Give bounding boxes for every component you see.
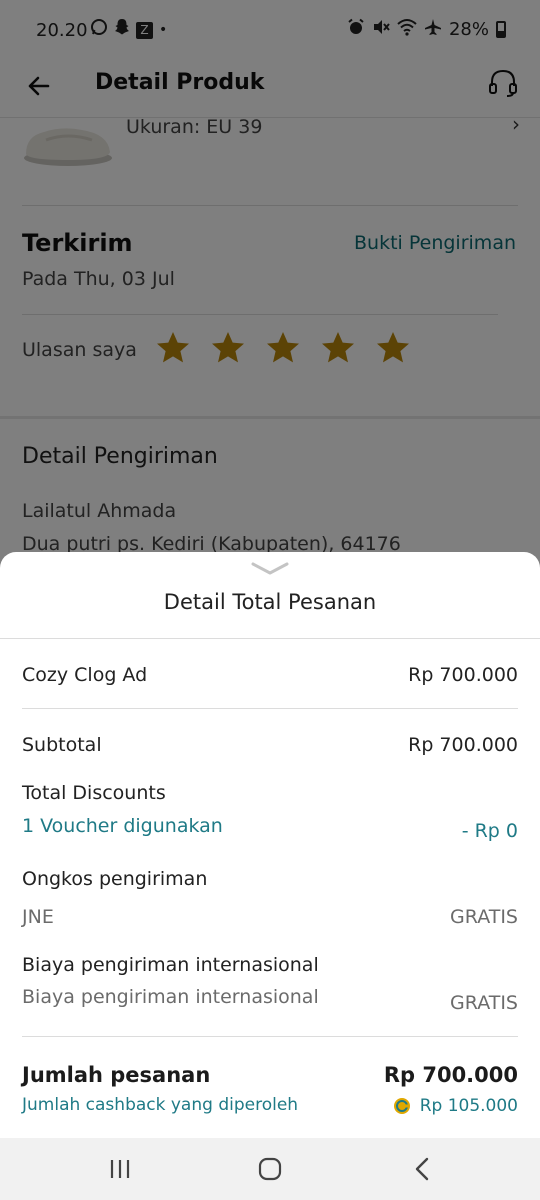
cashback-value: Rp 105.000 xyxy=(419,1096,518,1116)
courier-name: JNE xyxy=(22,906,54,928)
divider xyxy=(22,1036,518,1037)
home-icon[interactable] xyxy=(258,1157,282,1181)
sheet-title: Detail Total Pesanan xyxy=(163,590,377,614)
order-total-label: Jumlah pesanan xyxy=(22,1063,211,1087)
cashback-label: Jumlah cashback yang diperoleh xyxy=(22,1095,299,1115)
order-total-sheet: Detail Total Pesanan Cozy Clog Ad Rp 700… xyxy=(0,552,540,1138)
subtotal-value: Rp 700.000 xyxy=(408,734,518,756)
international-fee-value: GRATIS xyxy=(450,992,518,1014)
chevron-down-icon[interactable] xyxy=(250,560,290,576)
divider xyxy=(0,638,540,639)
coin-icon xyxy=(393,1098,410,1114)
voucher-used-link[interactable]: 1 Voucher digunakan xyxy=(22,815,223,837)
shipping-fee-label: Ongkos pengiriman xyxy=(22,868,208,890)
back-icon[interactable] xyxy=(412,1156,432,1182)
discounts-label: Total Discounts xyxy=(22,782,166,804)
international-fee-label: Biaya pengiriman internasional xyxy=(22,954,319,976)
system-navigation-bar xyxy=(0,1138,540,1200)
international-fee-sublabel: Biaya pengiriman internasional xyxy=(22,986,319,1008)
discounts-value: - Rp 0 xyxy=(461,820,518,842)
shipping-fee-value: GRATIS xyxy=(450,906,518,928)
order-total-value: Rp 700.000 xyxy=(383,1063,518,1087)
recent-apps-icon[interactable] xyxy=(108,1158,132,1180)
item-name: Cozy Clog Ad xyxy=(22,664,148,686)
cashback-amount: Rp 105.000 xyxy=(393,1096,518,1116)
item-price: Rp 700.000 xyxy=(408,664,518,686)
subtotal-label: Subtotal xyxy=(22,734,102,756)
divider xyxy=(22,708,518,709)
